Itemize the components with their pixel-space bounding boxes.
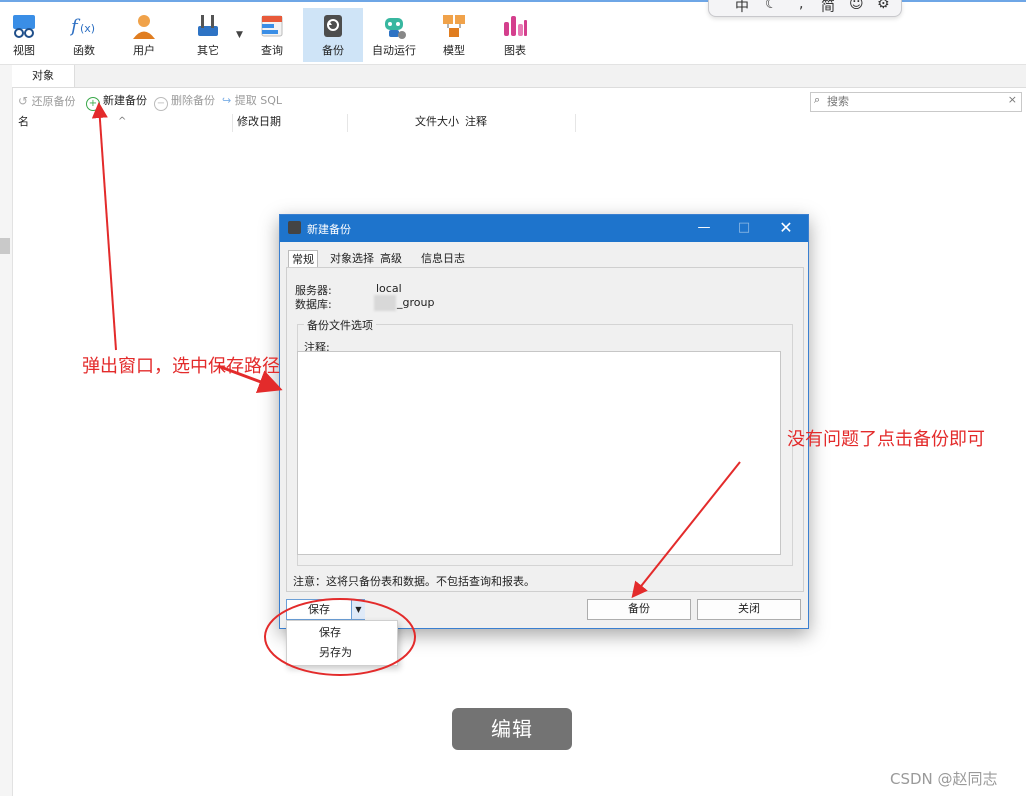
blurred-region	[374, 295, 396, 311]
annotation-left: 弹出窗口，选中保存路径	[82, 356, 280, 377]
close-icon[interactable]: ✕	[774, 219, 798, 237]
dialog-title: 新建备份	[307, 223, 351, 236]
maximize-icon[interactable]: □	[732, 219, 756, 237]
column-comment[interactable]: 注释	[465, 114, 576, 132]
column-name[interactable]: 名	[18, 114, 118, 132]
undo-icon: ↺	[18, 94, 29, 108]
column-file-size[interactable]: 文件大小	[415, 114, 463, 132]
edit-button[interactable]: 编辑	[452, 708, 572, 750]
ime-settings-icon[interactable]: ⚙	[877, 0, 890, 12]
toolbar-model-label: 模型	[443, 44, 465, 57]
restore-backup-button[interactable]: ↺ 还原备份	[18, 93, 76, 109]
toolbar-other-label: 其它	[197, 44, 219, 57]
query-icon	[258, 12, 286, 40]
ime-simplified-mode[interactable]: 简	[821, 0, 835, 16]
toolbar-query-label: 查询	[261, 44, 283, 57]
toolbar-chart-label: 图表	[504, 44, 526, 57]
delete-backup-label: 删除备份	[171, 94, 215, 107]
sort-ascending-icon: ^	[118, 116, 127, 127]
object-tab-bar: 对象	[12, 65, 1026, 88]
toolbar-function-button[interactable]: f (x) 函数	[54, 8, 114, 62]
tab-object-selection[interactable]: 对象选择	[327, 250, 377, 267]
backup-list-header: 名 ^ 修改日期 文件大小 注释	[12, 114, 1026, 132]
toolbar-other-button[interactable]: 其它	[178, 8, 238, 62]
user-icon	[130, 12, 158, 40]
new-backup-dialog: 新建备份 — □ ✕ 常规 对象选择 高级 信息日志 服务器: local 数据…	[279, 214, 809, 629]
toolbar-backup-label: 备份	[322, 44, 344, 57]
backup-note: 注意：这将只备份表和数据。不包括查询和报表。	[293, 575, 535, 588]
ime-moon-icon[interactable]: ☾	[765, 0, 778, 12]
backup-file-options-legend: 备份文件选项	[304, 317, 376, 333]
extract-arrow-icon: ↪	[222, 94, 232, 107]
column-modified-date[interactable]: 修改日期	[237, 114, 348, 132]
annotation-right: 没有问题了点击备份即可	[787, 429, 985, 450]
ime-toolbar[interactable]: 中 ☾ , 简 ☺ ⚙	[708, 0, 902, 17]
view-icon	[10, 12, 38, 40]
function-icon: f (x)	[69, 12, 98, 40]
save-button[interactable]: 保存	[287, 600, 351, 619]
tools-icon	[194, 12, 222, 40]
arrow-to-new-backup	[91, 102, 117, 351]
toolbar-chart-button[interactable]: 图表	[485, 8, 545, 62]
chart-icon	[501, 12, 529, 40]
search-icon: ⌕	[814, 93, 821, 106]
save-split-button[interactable]: 保存 ▼	[286, 599, 365, 620]
toolbar-backup-button[interactable]: 备份	[303, 8, 363, 62]
svg-text:(x): (x)	[80, 22, 95, 35]
close-button[interactable]: 关闭	[697, 599, 801, 620]
watermark: CSDN @赵同志	[890, 770, 998, 788]
search-input[interactable]	[827, 94, 997, 109]
database-label: 数据库:	[295, 298, 332, 311]
toolbar-view-label: 视图	[13, 44, 35, 57]
add-icon: +	[86, 97, 100, 111]
clear-search-icon[interactable]: ×	[1008, 93, 1017, 106]
ime-punctuation-icon[interactable]: ,	[799, 0, 803, 12]
scroll-marker[interactable]	[0, 238, 10, 254]
ime-chinese-mode[interactable]: 中	[735, 0, 749, 16]
ime-emoji-icon[interactable]: ☺	[849, 0, 864, 12]
extract-sql-label: 提取 SQL	[234, 94, 282, 107]
dialog-title-bar[interactable]: 新建备份 — □ ✕	[280, 215, 808, 242]
toolbar-query-button[interactable]: 查询	[242, 8, 302, 62]
tab-general[interactable]: 常规	[288, 250, 318, 268]
toolbar-model-button[interactable]: 模型	[424, 8, 484, 62]
model-icon	[440, 12, 468, 40]
backup-button[interactable]: 备份	[587, 599, 691, 620]
remove-icon: −	[154, 97, 168, 111]
tab-objects[interactable]: 对象	[12, 65, 75, 87]
save-dropdown-arrow-icon[interactable]: ▼	[351, 600, 365, 619]
new-backup-button[interactable]: + 新建备份	[86, 93, 147, 111]
column-spacer	[132, 114, 233, 132]
search-box[interactable]: ⌕ ×	[810, 92, 1022, 112]
toolbar-user-label: 用户	[133, 44, 155, 57]
save-dropdown-menu: 保存 另存为	[286, 620, 398, 666]
toolbar-autorun-button[interactable]: 自动运行	[364, 8, 424, 62]
backup-icon	[288, 221, 301, 234]
server-value: local	[376, 282, 402, 295]
tab-info-log[interactable]: 信息日志	[418, 250, 468, 267]
toolbar-view-button[interactable]: 视图	[0, 8, 54, 62]
toolbar-user-button[interactable]: 用户	[114, 8, 174, 62]
left-strip	[0, 65, 13, 796]
toolbar-function-label: 函数	[73, 44, 95, 57]
database-value: _group	[397, 296, 435, 309]
delete-backup-button[interactable]: − 删除备份	[154, 93, 215, 111]
tab-advanced[interactable]: 高级	[377, 250, 405, 267]
extract-sql-button[interactable]: ↪ 提取 SQL	[222, 93, 282, 109]
backup-icon	[319, 12, 347, 40]
menu-item-save[interactable]: 保存	[287, 623, 397, 643]
new-backup-label: 新建备份	[103, 94, 147, 107]
restore-backup-label: 还原备份	[31, 95, 76, 108]
minimize-icon[interactable]: —	[692, 219, 716, 237]
menu-item-save-as[interactable]: 另存为	[287, 643, 397, 663]
robot-icon	[380, 12, 408, 40]
toolbar-autorun-label: 自动运行	[372, 44, 416, 57]
comment-textarea[interactable]	[297, 351, 781, 555]
